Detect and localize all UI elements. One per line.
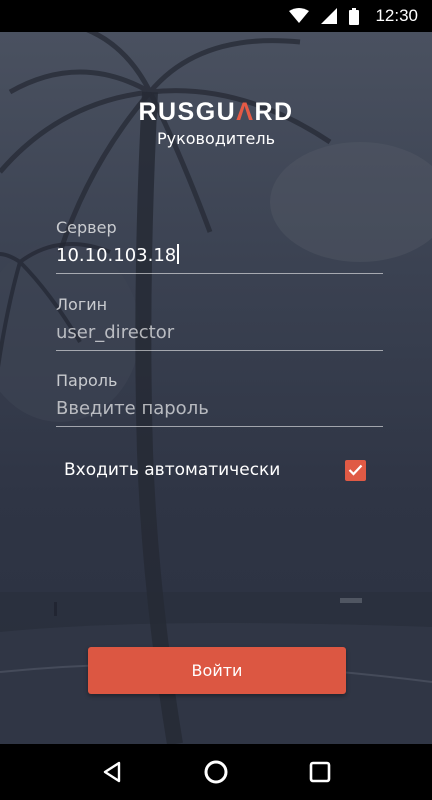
auto-login-label: Входить автоматически <box>64 460 281 480</box>
server-field[interactable]: Сервер 10.10.103.18 <box>56 218 383 274</box>
auto-login-checkbox[interactable] <box>345 459 366 481</box>
login-underline <box>56 350 383 351</box>
status-time: 12:30 <box>375 6 418 25</box>
login-field[interactable]: Логин user_director <box>56 295 383 351</box>
checkmark-icon <box>348 464 363 476</box>
signal-icon <box>321 8 338 24</box>
server-label: Сервер <box>56 218 117 237</box>
status-bar: 12:30 <box>0 0 432 32</box>
back-triangle-icon[interactable] <box>92 752 132 792</box>
password-input[interactable]: Введите пароль <box>56 396 383 422</box>
password-underline <box>56 426 383 427</box>
text-cursor <box>177 244 179 264</box>
login-label: Логин <box>56 295 108 314</box>
app-subtitle: Руководитель <box>156 129 276 148</box>
navigation-bar <box>0 744 432 800</box>
server-input[interactable]: 10.10.103.18 <box>56 243 383 269</box>
auto-login-row[interactable]: Входить автоматически <box>64 456 366 484</box>
home-circle-icon[interactable] <box>196 752 236 792</box>
wifi-icon <box>289 8 310 24</box>
app-logo: RUSGUΛRD <box>138 98 294 126</box>
password-label: Пароль <box>56 371 118 390</box>
recents-square-icon[interactable] <box>300 752 340 792</box>
login-input[interactable]: user_director <box>56 320 383 346</box>
server-underline <box>56 273 383 274</box>
password-field[interactable]: Пароль Введите пароль <box>56 371 383 427</box>
login-button[interactable]: Войти <box>88 647 346 694</box>
battery-icon <box>349 7 360 25</box>
